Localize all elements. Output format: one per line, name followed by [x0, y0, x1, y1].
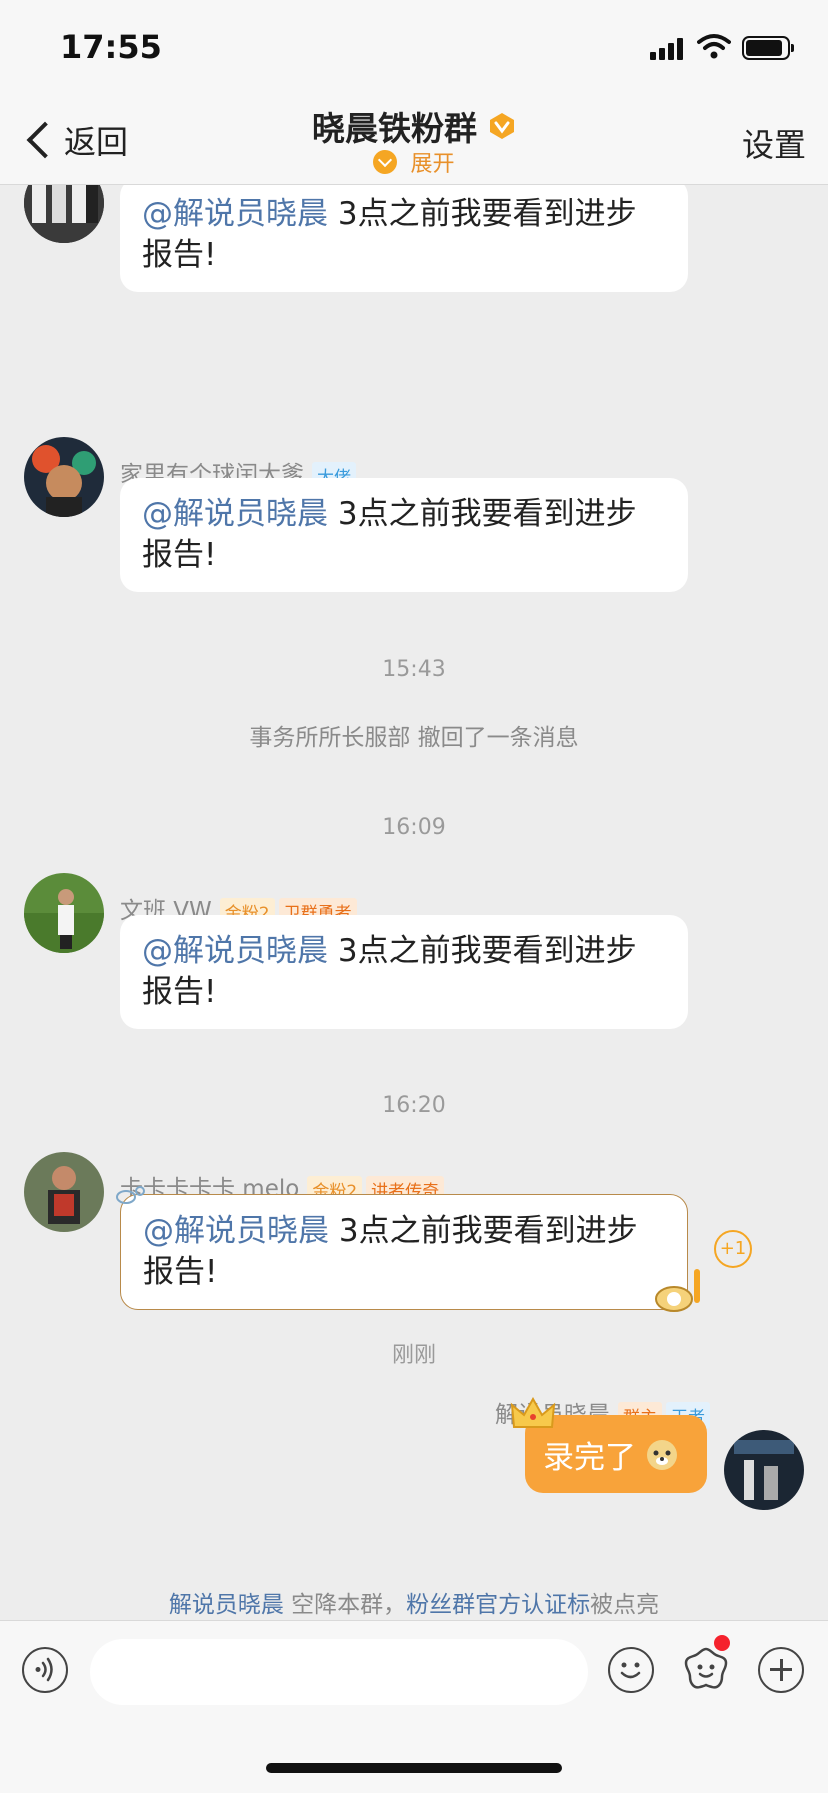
- avatar[interactable]: [24, 873, 104, 953]
- avatar[interactable]: [24, 437, 104, 517]
- message-bubble[interactable]: @解说员晓晨 3点之前我要看到进步报告!: [120, 1194, 688, 1310]
- page-title: 晓晨铁粉群: [0, 102, 828, 150]
- system-notice-user[interactable]: 解说员晓晨: [169, 1592, 284, 1618]
- own-avatar[interactable]: [724, 1430, 804, 1510]
- message-bubble[interactable]: @解说员晓晨 3点之前我要看到进步报告!: [120, 915, 688, 1029]
- mention-link[interactable]: @解说员晓晨: [142, 933, 328, 969]
- chat-area[interactable]: @解说员晓晨 3点之前我要看到进步报告! 家里有个球闰大爹大佬 @解说员晓晨 3…: [0, 185, 828, 1620]
- verified-badge-icon: [490, 113, 515, 139]
- nav-bar: 返回 晓晨铁粉群 展开 设置: [0, 90, 828, 185]
- mention-link[interactable]: @解说员晓晨: [142, 496, 328, 532]
- timestamp: 刚刚: [391, 1343, 436, 1368]
- input-bar: [0, 1620, 828, 1793]
- favorites-button[interactable]: [680, 1643, 732, 1695]
- expand-toggle[interactable]: 展开: [0, 146, 828, 178]
- crown-icon: [510, 1397, 556, 1428]
- avatar[interactable]: [24, 185, 104, 243]
- message-bubble[interactable]: @解说员晓晨 3点之前我要看到进步报告!: [120, 185, 688, 292]
- timestamp: 16:20: [382, 1093, 446, 1118]
- chevron-down-icon: [373, 150, 398, 174]
- home-indicator[interactable]: [266, 1763, 562, 1773]
- battery-icon: [742, 36, 794, 60]
- message-bubble[interactable]: @解说员晓晨 3点之前我要看到进步报告!: [120, 478, 688, 592]
- status-time: 17:55: [60, 28, 162, 66]
- bubble-decoration-icon: [116, 1186, 145, 1204]
- notification-dot: [714, 1635, 730, 1651]
- timestamp: 15:43: [382, 657, 446, 682]
- wifi-icon: [697, 34, 731, 59]
- own-message-text: 录完了: [543, 1439, 636, 1476]
- settings-button[interactable]: 设置: [742, 120, 806, 166]
- avatar[interactable]: [24, 1152, 104, 1232]
- system-notice: 解说员晓晨 空降本群，粉丝群官方认证标被点亮: [0, 1585, 828, 1619]
- mention-link[interactable]: @解说员晓晨: [143, 1213, 329, 1249]
- signal-icon: [650, 36, 686, 60]
- recall-notice: 事务所所长服部 撤回了一条消息: [249, 725, 579, 751]
- timestamp: 16:09: [382, 815, 446, 840]
- system-notice-link[interactable]: 粉丝群官方认证标: [406, 1592, 590, 1618]
- mention-link[interactable]: @解说员晓晨: [142, 196, 328, 232]
- group-name: 晓晨铁粉群: [311, 109, 477, 148]
- doge-emoji-icon: [647, 1440, 677, 1470]
- message-input[interactable]: [90, 1639, 588, 1705]
- more-button[interactable]: [758, 1647, 804, 1693]
- voice-icon: [35, 1657, 53, 1682]
- system-notice-middle: 空降本群，: [283, 1592, 407, 1618]
- system-notice-tail: 被点亮: [590, 1592, 660, 1618]
- voice-button[interactable]: [22, 1647, 68, 1693]
- expand-label: 展开: [410, 152, 455, 177]
- snorkel-mask-icon: [655, 1269, 700, 1312]
- reaction-plus-one[interactable]: +1: [714, 1230, 752, 1268]
- smiley-icon: [620, 1662, 641, 1679]
- status-bar: 17:55: [0, 0, 828, 90]
- emoji-button[interactable]: [608, 1647, 654, 1693]
